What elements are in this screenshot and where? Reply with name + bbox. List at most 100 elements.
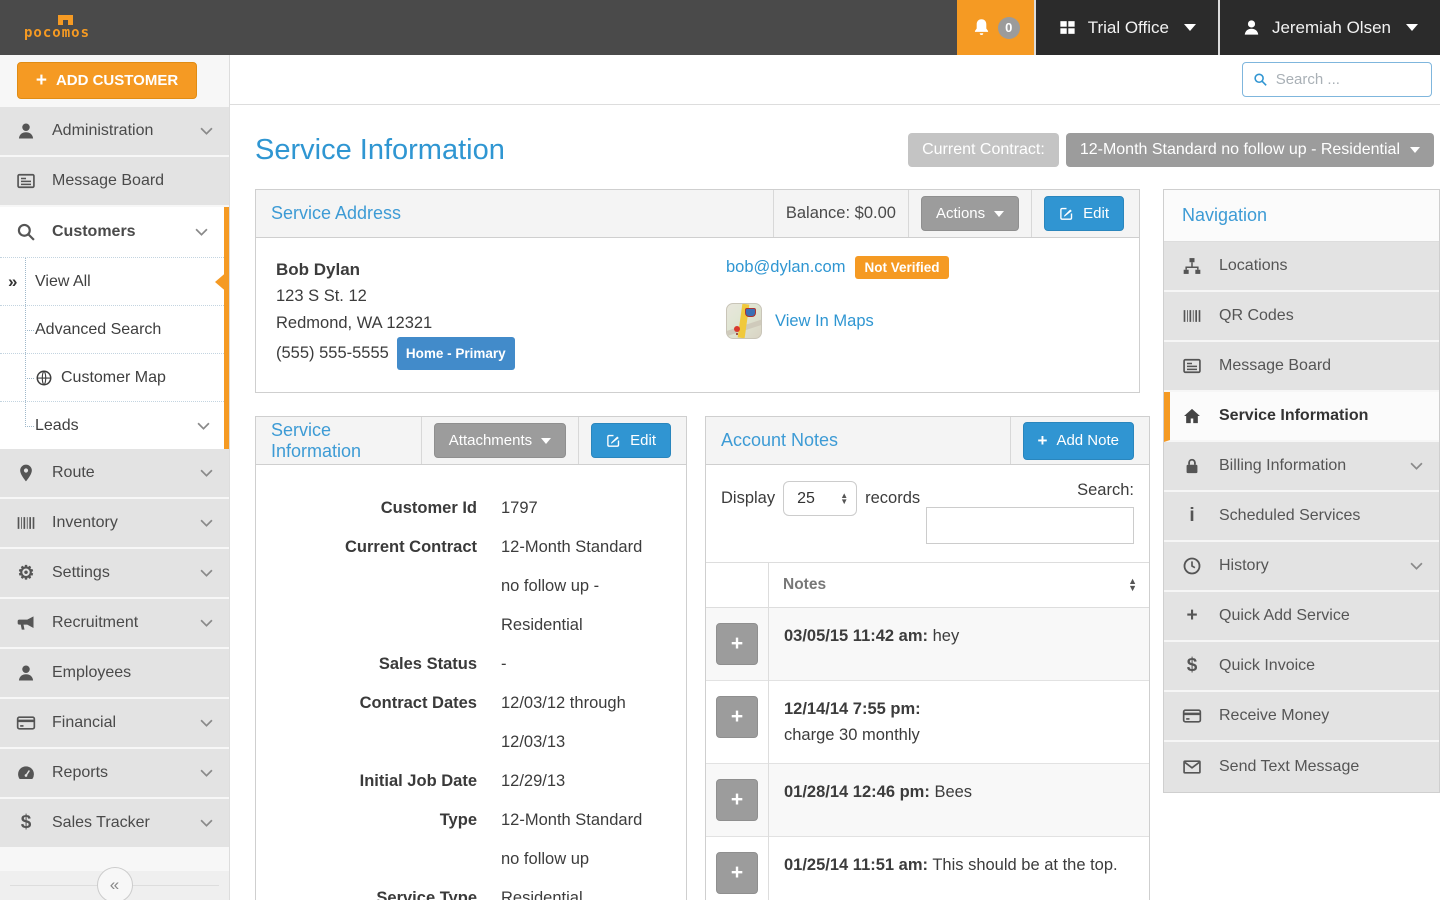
topbar: pocomos 0 Trial Office Jeremiah Olsen (0, 0, 1440, 55)
sidebar-item-message-board[interactable]: Message Board (0, 157, 229, 207)
phone-type-badge: Home - Primary (397, 337, 515, 370)
sidebar-item-employees[interactable]: Employees (0, 649, 229, 699)
chevron-down-icon (200, 127, 213, 135)
sidebar-item-financial[interactable]: Financial (0, 699, 229, 749)
maps-icon[interactable] (726, 303, 762, 339)
sidebar-item-route[interactable]: Route (0, 449, 229, 499)
actions-button[interactable]: Actions (921, 196, 1019, 231)
customer-phone: (555) 555-5555 (276, 340, 389, 367)
office-menu[interactable]: Trial Office (1034, 0, 1218, 55)
customers-submenu: » View All Advanced Search Customer Map (0, 257, 224, 449)
expand-note-button[interactable]: + (716, 779, 758, 821)
nav-item-label: Billing Information (1219, 457, 1346, 475)
notes-column-header[interactable]: Notes ▲▼ (769, 563, 1150, 608)
chevron-down-icon (200, 519, 213, 527)
search-input[interactable] (1276, 71, 1421, 88)
edit-address-button[interactable]: Edit (1044, 196, 1124, 231)
nav-item-quick-invoice[interactable]: $ Quick Invoice (1164, 642, 1439, 692)
field-value: 1797 (501, 489, 659, 528)
field-label: Sales Status (272, 645, 477, 684)
sidebar-item-label: Route (52, 464, 95, 482)
user-menu[interactable]: Jeremiah Olsen (1218, 0, 1440, 55)
sidebar-item-label: Leads (35, 417, 79, 435)
field-value: Residential (501, 879, 659, 900)
nav-item-label: QR Codes (1219, 307, 1294, 325)
balance-value: Balance: $0.00 (786, 204, 896, 223)
customer-name: Bob Dylan (276, 256, 726, 283)
account-notes-panel: Account Notes + Add Note (705, 416, 1150, 900)
sidebar-item-settings[interactable]: ⚙ Settings (0, 549, 229, 599)
envelope-icon (1182, 757, 1202, 777)
sidebar-item-label: Employees (52, 664, 131, 682)
notes-search-input[interactable] (926, 507, 1134, 544)
sidebar-item-administration[interactable]: Administration (0, 107, 229, 157)
expand-note-button[interactable]: + (716, 696, 758, 738)
sidebar-item-inventory[interactable]: Inventory (0, 499, 229, 549)
gauge-icon (16, 763, 36, 783)
page-size-select[interactable]: 25 ▲▼ (783, 481, 857, 516)
sidebar-item-label: Customer Map (61, 369, 166, 387)
nav-item-send-text-message[interactable]: Send Text Message (1164, 742, 1439, 792)
sidebar-item-customer-map[interactable]: Customer Map (0, 353, 224, 401)
sidebar-item-view-all[interactable]: » View All (0, 257, 224, 305)
customer-email-link[interactable]: bob@dylan.com (726, 258, 845, 277)
expand-note-button[interactable]: + (716, 852, 758, 894)
sidebar-item-reports[interactable]: Reports (0, 749, 229, 799)
nav-item-receive-money[interactable]: Receive Money (1164, 692, 1439, 742)
plus-icon: + (1182, 605, 1202, 627)
user-name: Jeremiah Olsen (1272, 18, 1391, 38)
globe-icon (35, 369, 53, 387)
field-value: - (501, 645, 659, 684)
expand-note-button[interactable]: + (716, 623, 758, 665)
nav-item-service-information[interactable]: Service Information (1164, 392, 1439, 442)
grid-icon (1058, 18, 1077, 37)
nav-item-billing-information[interactable]: Billing Information (1164, 442, 1439, 492)
sidebar-collapse-button[interactable]: « (97, 867, 133, 900)
nav-item-label: Receive Money (1219, 707, 1329, 725)
office-label: Trial Office (1088, 18, 1169, 38)
clock-icon (1182, 556, 1202, 576)
email-verification-badge: Not Verified (855, 256, 948, 279)
nav-item-history[interactable]: History (1164, 542, 1439, 592)
sidebar-item-label: Recruitment (52, 614, 138, 632)
current-contract-dropdown[interactable]: 12-Month Standard no follow up - Residen… (1066, 133, 1434, 167)
home-icon (1182, 406, 1202, 426)
nav-item-locations[interactable]: Locations (1164, 242, 1439, 292)
map-pin-icon (16, 463, 36, 483)
sort-icon[interactable]: ▲▼ (1128, 578, 1137, 592)
chevron-down-icon (200, 769, 213, 777)
sidebar-item-leads[interactable]: Leads (0, 401, 224, 449)
user-icon (16, 121, 36, 141)
sidebar-item-recruitment[interactable]: Recruitment (0, 599, 229, 649)
edit-icon (1059, 206, 1074, 221)
add-note-button[interactable]: + Add Note (1023, 422, 1134, 460)
service-address-title: Service Address (271, 203, 401, 224)
notifications-button[interactable]: 0 (957, 0, 1034, 55)
attachments-button[interactable]: Attachments (434, 423, 566, 458)
global-search[interactable] (1242, 62, 1432, 97)
display-label: Display (721, 489, 775, 508)
field-label: Customer Id (272, 489, 477, 528)
message-board-icon (1182, 356, 1202, 376)
service-information-panel: Service Information Attachments (255, 416, 687, 900)
nav-item-quick-add-service[interactable]: + Quick Add Service (1164, 592, 1439, 642)
sidebar-item-advanced-search[interactable]: Advanced Search (0, 305, 224, 353)
user-icon (16, 663, 36, 683)
view-in-maps-link[interactable]: View In Maps (775, 312, 874, 331)
nav-item-label: Message Board (1219, 357, 1331, 375)
nav-item-scheduled-services[interactable]: i Scheduled Services (1164, 492, 1439, 542)
nav-item-message-board[interactable]: Message Board (1164, 342, 1439, 392)
nav-item-qr-codes[interactable]: QR Codes (1164, 292, 1439, 342)
field-value: 12-Month Standard no follow up - Residen… (501, 528, 659, 645)
chevron-down-icon (1406, 24, 1418, 31)
current-contract-value: 12-Month Standard no follow up - Residen… (1080, 141, 1400, 159)
pocomos-logo-icon (58, 15, 63, 20)
sidebar-item-sales-tracker[interactable]: $ Sales Tracker (0, 799, 229, 849)
edit-service-info-button[interactable]: Edit (591, 423, 671, 458)
add-customer-button[interactable]: + ADD CUSTOMER (17, 62, 197, 99)
note-text: Bees (934, 783, 972, 801)
current-contract-label: Current Contract: (908, 133, 1059, 167)
note-row: + 01/25/14 11:51 am: This should be at t… (706, 837, 1149, 900)
pocomos-logo[interactable]: pocomos (0, 0, 90, 55)
sidebar-item-customers[interactable]: Customers (0, 207, 224, 257)
